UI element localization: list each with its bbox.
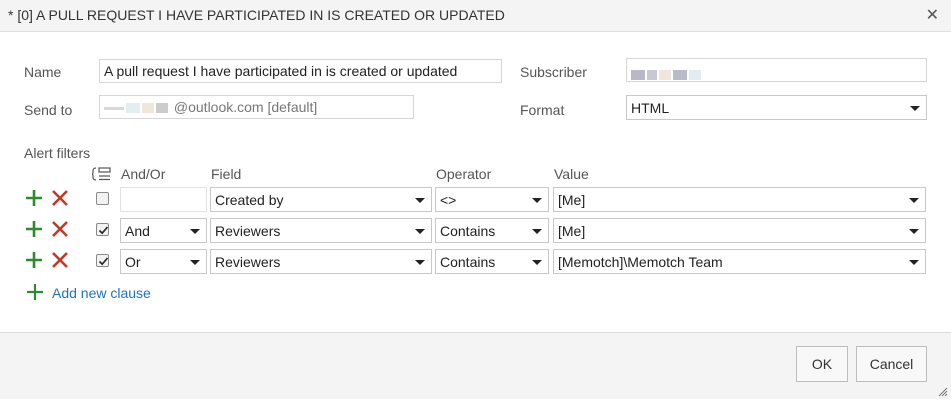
close-icon[interactable]: ✕ <box>926 5 939 25</box>
group-checkbox[interactable] <box>96 254 109 267</box>
field-value: Reviewers <box>215 254 281 270</box>
chevron-down-icon <box>910 106 920 111</box>
cancel-button[interactable]: Cancel <box>856 346 927 382</box>
operator-select[interactable]: <> <box>435 187 549 212</box>
dialog-titlebar: * [0] A PULL REQUEST I HAVE PARTICIPATED… <box>0 0 951 32</box>
delete-clause-icon[interactable] <box>51 251 69 269</box>
operator-value: <> <box>440 192 457 208</box>
header-value: Value <box>554 166 589 182</box>
value-value: [Me] <box>558 223 586 239</box>
field-select[interactable]: Reviewers <box>210 249 432 274</box>
name-label: Name <box>24 64 62 80</box>
redacted-email-prefix <box>104 99 174 115</box>
group-clauses-icon[interactable] <box>91 166 112 182</box>
chevron-down-icon <box>909 198 919 203</box>
chevron-down-icon <box>415 198 425 203</box>
subscriber-label: Subscriber <box>520 64 587 80</box>
operator-value: Contains <box>440 223 496 239</box>
add-clause-plus-icon[interactable] <box>25 220 43 238</box>
and-or-select[interactable]: Or <box>120 249 207 274</box>
format-label: Format <box>520 102 565 118</box>
ok-button[interactable]: OK <box>796 346 848 382</box>
value-select[interactable]: [Me] <box>553 187 926 212</box>
operator-select[interactable]: Contains <box>435 218 549 243</box>
add-clause-plus-icon[interactable] <box>25 251 43 269</box>
field-select[interactable]: Reviewers <box>210 218 432 243</box>
value-select[interactable]: [Me] <box>553 218 926 243</box>
value-select[interactable]: [Memotch]\Memotch Team <box>553 249 926 274</box>
chevron-down-icon <box>415 260 425 265</box>
and-or-select-empty <box>120 187 207 212</box>
format-select[interactable]: HTML <box>626 95 927 120</box>
send-to-value: @outlook.com [default] <box>173 99 318 115</box>
chevron-down-icon <box>532 229 542 234</box>
dialog-footer: OK Cancel <box>0 332 951 399</box>
chevron-down-icon <box>190 260 200 265</box>
subscriber-field[interactable] <box>626 58 927 82</box>
header-field: Field <box>211 166 242 182</box>
group-checkbox[interactable] <box>96 223 109 236</box>
value-value: [Me] <box>558 192 586 208</box>
chevron-down-icon <box>532 198 542 203</box>
add-clause-plus-icon[interactable] <box>25 189 43 207</box>
field-value: Reviewers <box>215 223 281 239</box>
value-value: [Memotch]\Memotch Team <box>558 254 723 270</box>
field-value: Created by <box>215 192 284 208</box>
header-operator: Operator <box>436 166 492 182</box>
alert-filters-label: Alert filters <box>24 145 91 161</box>
checkmark-icon <box>98 257 109 266</box>
checkmark-icon <box>98 226 109 235</box>
chevron-down-icon <box>190 229 200 234</box>
send-to-field[interactable]: @outlook.com [default] <box>99 95 414 119</box>
chevron-down-icon <box>415 229 425 234</box>
header-and-or: And/Or <box>121 166 166 182</box>
and-or-value: Or <box>125 254 141 270</box>
operator-select[interactable]: Contains <box>435 249 549 274</box>
delete-clause-icon[interactable] <box>51 189 69 207</box>
format-value: HTML <box>631 100 670 116</box>
delete-clause-icon[interactable] <box>51 220 69 238</box>
group-checkbox[interactable] <box>96 192 109 205</box>
chevron-down-icon <box>532 260 542 265</box>
field-select[interactable]: Created by <box>210 187 432 212</box>
add-new-clause-link[interactable]: Add new clause <box>52 285 151 301</box>
chevron-down-icon <box>909 229 919 234</box>
and-or-select[interactable]: And <box>120 218 207 243</box>
resize-grip-icon[interactable] <box>936 384 948 397</box>
add-new-clause-plus-icon[interactable] <box>26 283 44 301</box>
dialog-title: * [0] A PULL REQUEST I HAVE PARTICIPATED… <box>8 7 505 23</box>
operator-value: Contains <box>440 254 496 270</box>
name-field[interactable]: A pull request I have participated in is… <box>99 59 502 83</box>
send-to-label: Send to <box>24 102 73 118</box>
chevron-down-icon <box>909 260 919 265</box>
and-or-value: And <box>125 223 150 239</box>
